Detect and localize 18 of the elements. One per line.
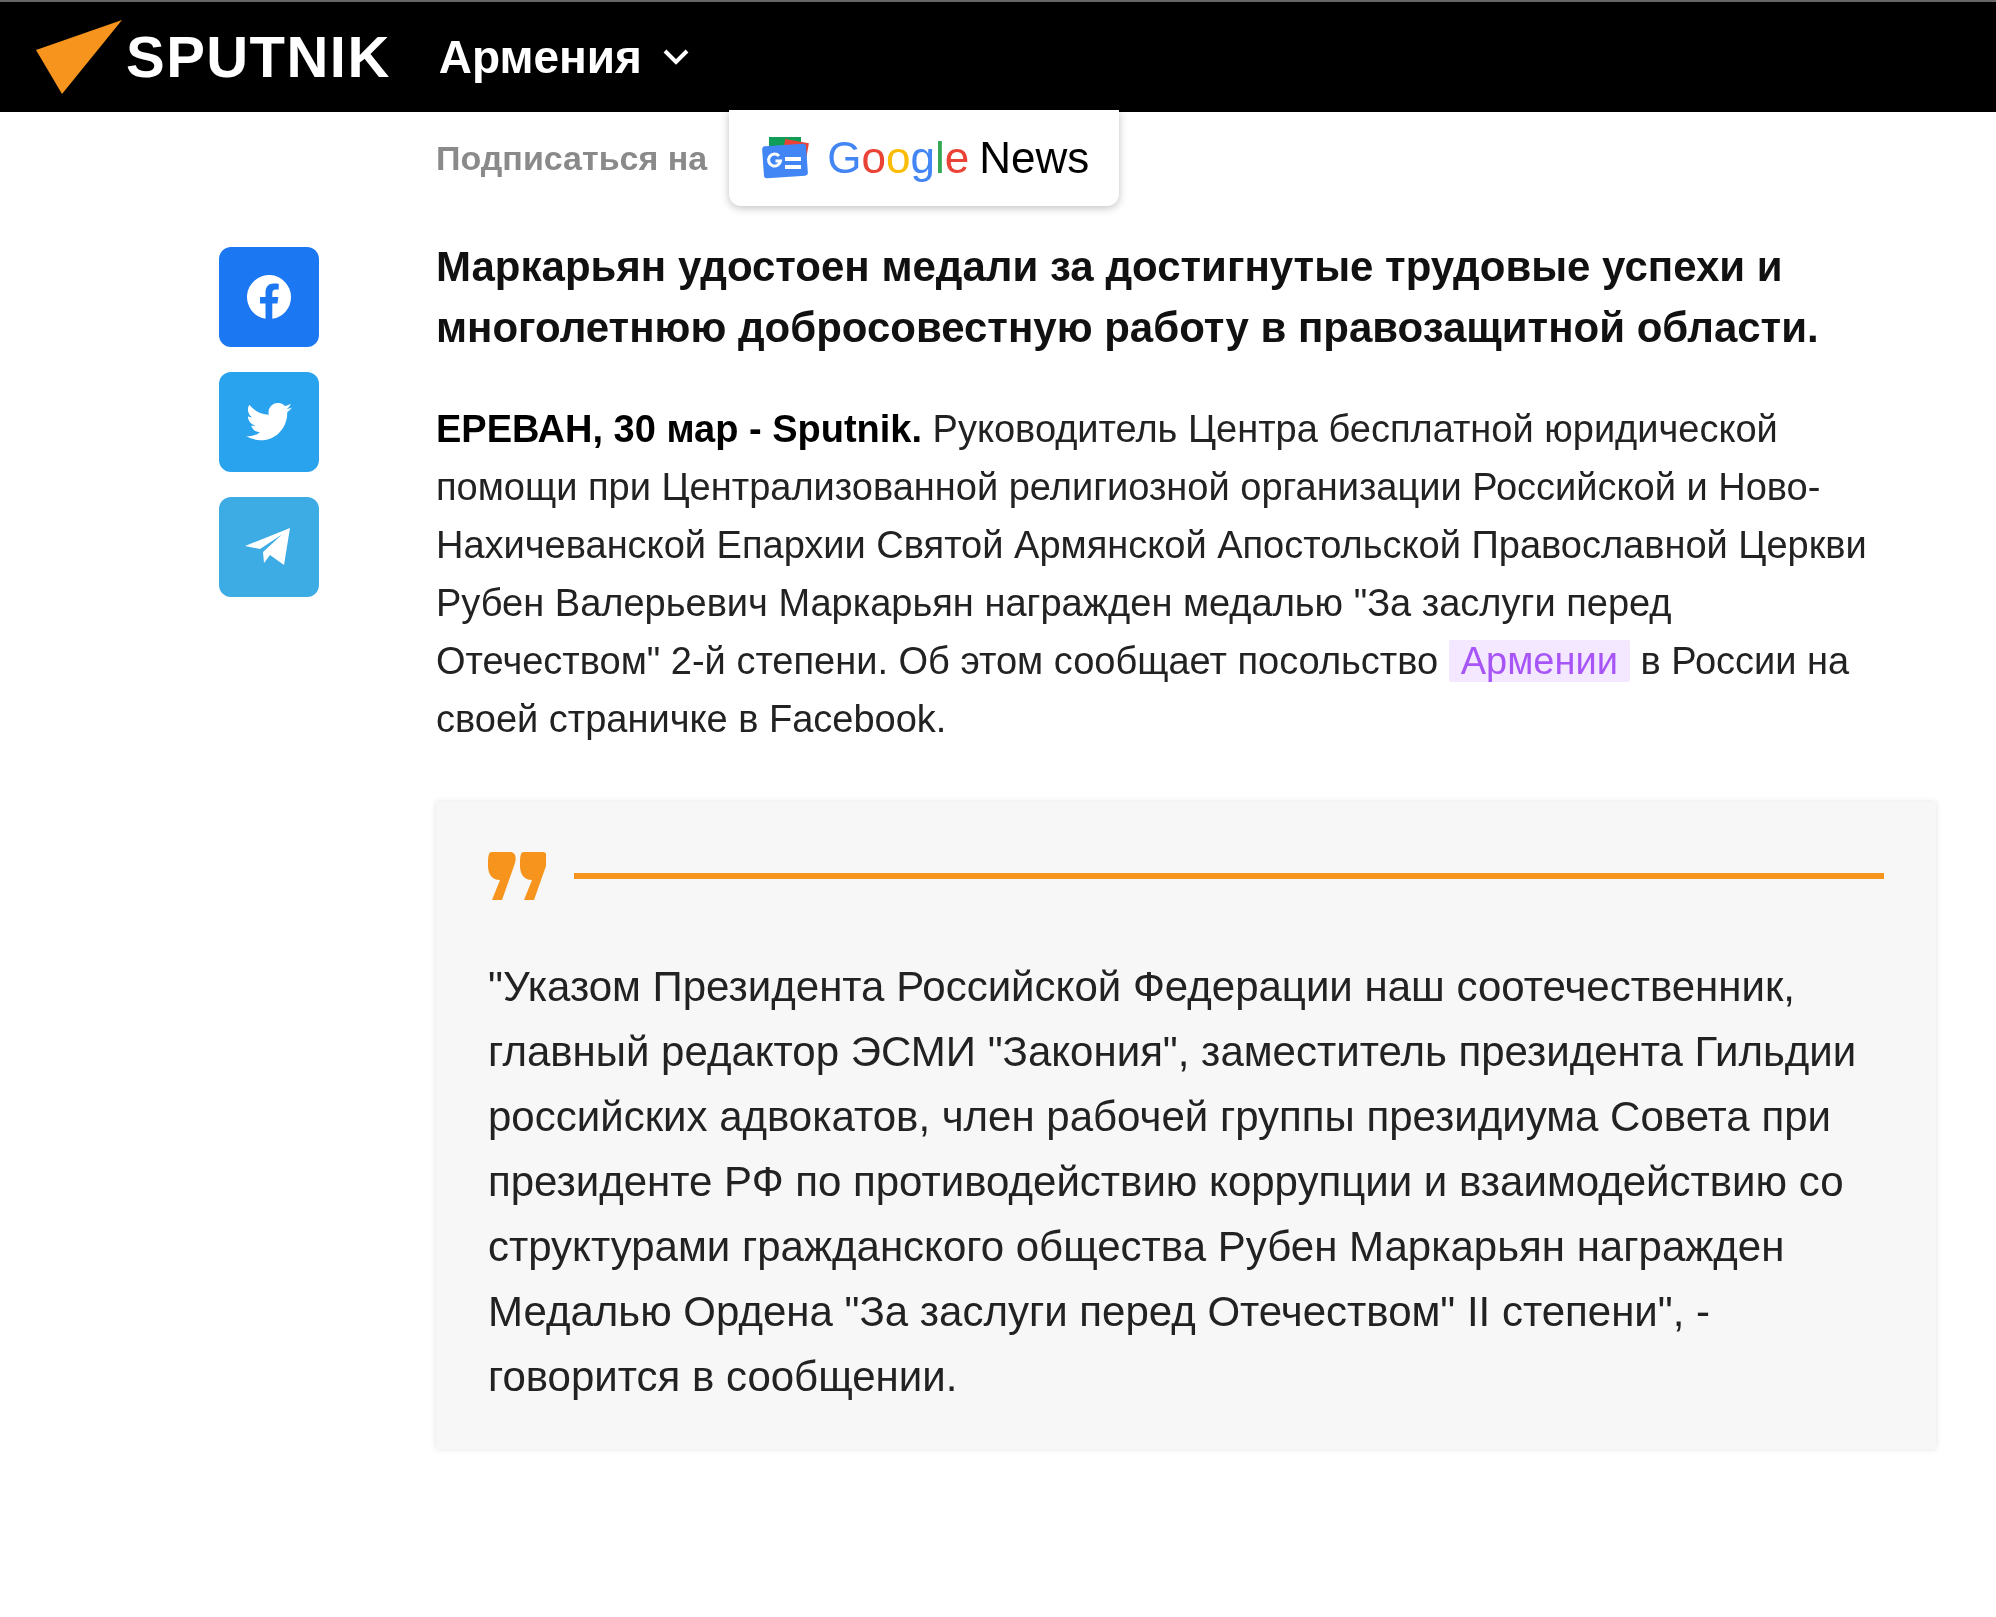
news-label: News <box>979 132 1090 184</box>
share-button[interactable] <box>219 497 319 597</box>
facebook-icon <box>247 275 291 319</box>
subscribe-label: Подписаться на <box>436 137 708 179</box>
region-selector[interactable]: Армения <box>438 22 690 92</box>
google-wordmark: Google <box>827 132 970 184</box>
chevron-down-icon <box>661 48 690 66</box>
quote-mark-icon <box>488 852 546 900</box>
logo-wordmark[interactable]: SPUTNIK <box>126 28 391 86</box>
logo-arrow-icon <box>36 20 122 94</box>
article-paragraph: ЕРЕВАН, 30 мар - Sputnik. Руководитель Центра бесплатной юридической помощи при Централизованной религиозной организации Российской и Ново-Нахичеванской Епархии Святой Армянской Апостольской Православной Церкви Рубен Валерьевич Маркарьян награжден медалью "За заслуги перед Отечеством" 2-й степени. Об этом сообщает посольство Армении в России на своей страничке в Facebook. <box>436 407 1868 742</box>
quote-text: "Указом Президента Российской Федерации наш соотечественник, главный редактор ЭСМИ "Закония", заместитель президента Гильдии российских адвокатов, член рабочей группы президиума Совета при президенте РФ по противодействию коррупции и взаимодействию со структурами гражданского общества Рубен Маркарьян награжден Медалью Ордена "За заслуги перед Отечеством" II степени", - говорится в сообщении. <box>488 962 1858 1402</box>
share-button[interactable] <box>219 247 319 347</box>
article-title: Маркарьян удостоен медали за достигнутые трудовые успехи и многолетнюю добросовестную работу в правозащитной области. <box>436 242 1820 353</box>
bird-icon <box>246 402 292 442</box>
share-button[interactable] <box>219 372 319 472</box>
paper-plane-icon <box>245 527 293 567</box>
google-news-button[interactable]: Google News <box>729 110 1120 206</box>
